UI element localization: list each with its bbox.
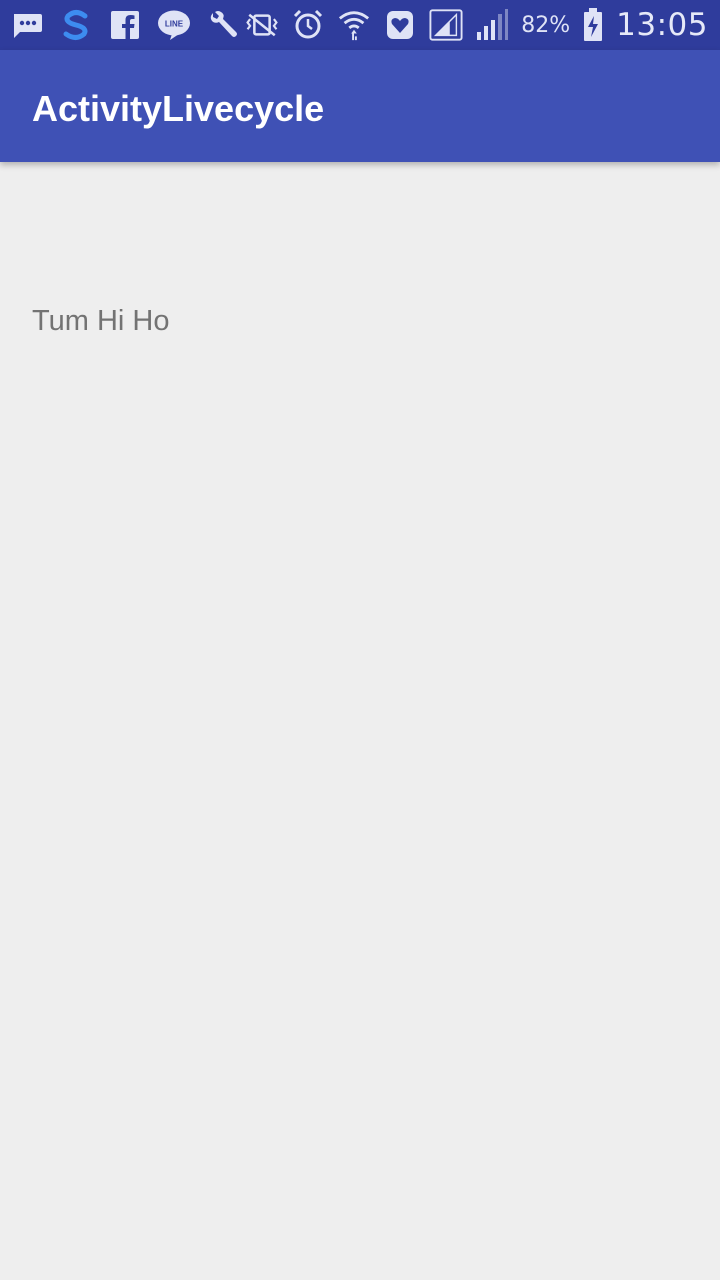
line-icon: LINE [157,8,191,42]
vibrate-icon [245,8,279,42]
app-bar: ActivityLivecycle [0,50,720,162]
browser-s-icon [59,8,93,42]
notification-icons: LINE [10,0,240,50]
signal-2-icon [475,8,509,42]
wifi-icon [337,8,371,42]
battery-charging-icon [582,8,604,42]
svg-text:LINE: LINE [165,20,184,29]
alarm-icon [291,8,325,42]
signal-1-icon [429,8,463,42]
app-title: ActivityLivecycle [32,88,325,129]
content-text: Tum Hi Ho [32,305,170,337]
status-bar: LINE 82% 13:05 [0,0,720,50]
battery-percent: 82% [521,12,571,38]
clock: 13:05 [616,7,708,43]
messages-icon [10,8,44,42]
wrench-icon [206,8,240,42]
facebook-icon [108,8,142,42]
system-status: 82% 13:05 [245,0,708,50]
health-icon [383,8,417,42]
